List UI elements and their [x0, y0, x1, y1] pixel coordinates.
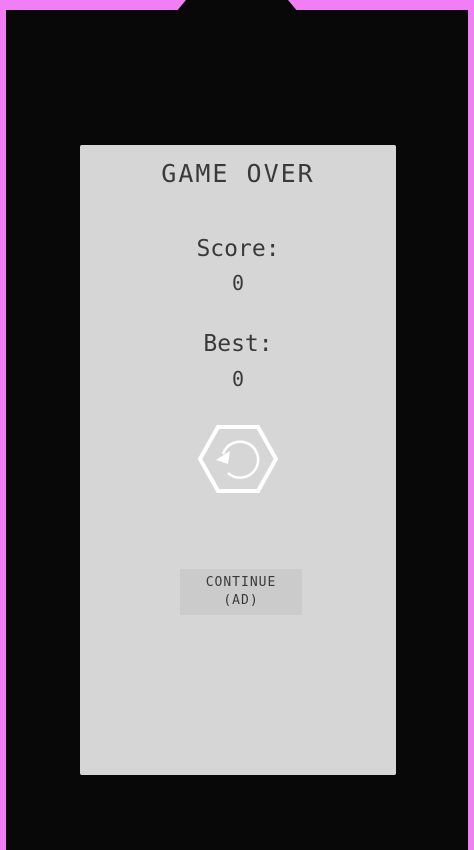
continue-label: CONTINUE [205, 575, 277, 590]
game-over-title: GAME OVER [161, 159, 315, 188]
restart-hexagon-icon [197, 425, 279, 493]
best-label: Best: [203, 331, 273, 357]
screen-frame: GAME OVER Score: 0 Best: 0 CONTINUE (AD) [0, 0, 474, 850]
continue-ad-button[interactable]: CONTINUE (AD) [180, 569, 302, 615]
score-label: Score: [196, 236, 280, 262]
top-notch [176, 0, 298, 12]
game-over-panel: GAME OVER Score: 0 Best: 0 CONTINUE (AD) [80, 145, 396, 775]
best-value: 0 [231, 367, 245, 391]
ad-label: (AD) [223, 593, 259, 608]
restart-button[interactable] [197, 423, 279, 495]
score-value: 0 [231, 271, 245, 295]
